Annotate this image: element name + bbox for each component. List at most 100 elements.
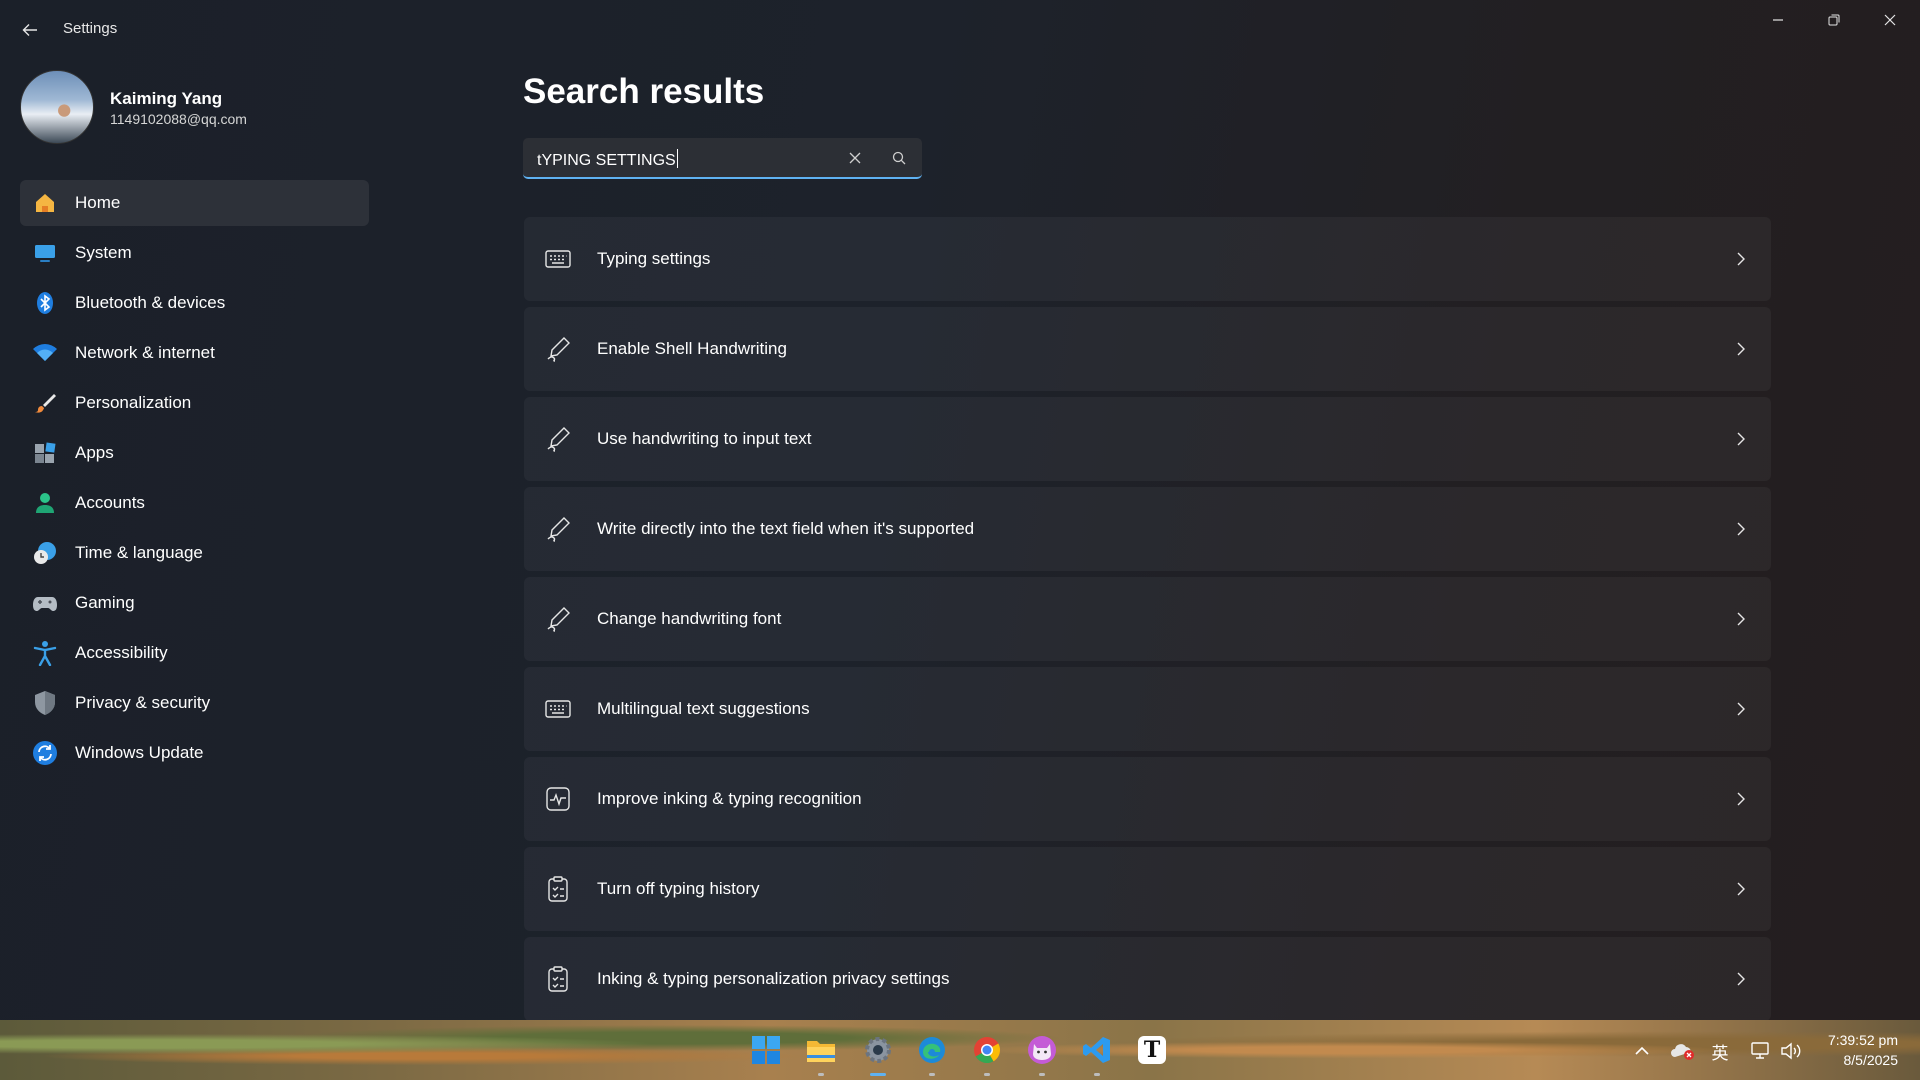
- start-button[interactable]: [747, 1031, 785, 1069]
- search-input-value: tYPING SETTINGS: [537, 149, 678, 170]
- result-label: Use handwriting to input text: [597, 429, 812, 448]
- bluetooth-icon: [32, 290, 58, 316]
- result-label: Turn off typing history: [597, 879, 760, 898]
- result-use-handwriting[interactable]: Use handwriting to input text: [524, 397, 1771, 481]
- shield-icon: [32, 690, 58, 716]
- clear-search-button[interactable]: [843, 146, 867, 170]
- sidebar-item-bluetooth[interactable]: Bluetooth & devices: [20, 280, 369, 326]
- avatar[interactable]: [20, 70, 94, 144]
- sidebar-item-accessibility[interactable]: Accessibility: [20, 630, 369, 676]
- result-label: Enable Shell Handwriting: [597, 339, 787, 358]
- running-indicator: [984, 1073, 990, 1076]
- running-indicator: [929, 1073, 935, 1076]
- back-button[interactable]: [14, 14, 46, 46]
- sidebar-item-network[interactable]: Network & internet: [20, 330, 369, 376]
- result-typing-settings[interactable]: Typing settings: [524, 217, 1771, 301]
- pen-icon: [544, 426, 572, 452]
- start-icon: [752, 1036, 780, 1064]
- active-indicator: [870, 1073, 886, 1076]
- settings-gear-icon: [865, 1037, 891, 1063]
- chevron-right-icon: [1731, 249, 1751, 269]
- tray-cloud[interactable]: [1666, 1036, 1700, 1066]
- taskbar-vscode[interactable]: [1078, 1031, 1116, 1076]
- sidebar-item-label: Home: [75, 193, 121, 212]
- pen-icon: [544, 606, 572, 632]
- sidebar-item-privacy-security[interactable]: Privacy & security: [20, 680, 369, 726]
- title-bar: Settings: [0, 0, 1920, 60]
- edge-icon: [919, 1037, 945, 1063]
- show-hidden-icons-button[interactable]: [1627, 1036, 1657, 1066]
- result-inking-typing-privacy[interactable]: Inking & typing personalization privacy …: [524, 937, 1771, 1021]
- result-improve-inking-typing[interactable]: Improve inking & typing recognition: [524, 757, 1771, 841]
- taskbar-typora[interactable]: T: [1133, 1031, 1171, 1069]
- chrome-icon: [974, 1037, 1001, 1064]
- sidebar-item-time-language[interactable]: Time & language: [20, 530, 369, 576]
- search-input[interactable]: tYPING SETTINGS: [523, 138, 922, 179]
- sidebar-item-label: Windows Update: [75, 743, 204, 762]
- taskbar-edge[interactable]: [913, 1031, 951, 1076]
- sidebar-item-label: Bluetooth & devices: [75, 293, 226, 312]
- search-results-list: Typing settings Enable Shell Handwriting…: [524, 217, 1771, 1027]
- chevron-right-icon: [1731, 969, 1751, 989]
- search-button[interactable]: [887, 146, 911, 170]
- sidebar-item-windows-update[interactable]: Windows Update: [20, 730, 369, 776]
- input-method-indicator[interactable]: 英: [1706, 1036, 1734, 1066]
- gamepad-icon: [32, 590, 58, 616]
- apps-icon: [32, 440, 58, 466]
- keyboard-icon: [544, 696, 572, 722]
- sidebar-item-home[interactable]: Home: [20, 180, 369, 226]
- chevron-up-icon: [1635, 1046, 1649, 1055]
- sidebar-item-gaming[interactable]: Gaming: [20, 580, 369, 626]
- result-label: Inking & typing personalization privacy …: [597, 969, 950, 988]
- activity-icon: [544, 786, 572, 812]
- file-explorer-icon: [807, 1041, 835, 1062]
- chevron-right-icon: [1731, 699, 1751, 719]
- network-icon: [1751, 1042, 1769, 1059]
- pen-icon: [544, 516, 572, 542]
- tray-volume[interactable]: [1777, 1036, 1807, 1066]
- search-icon: [892, 151, 906, 165]
- result-label: Change handwriting font: [597, 609, 782, 628]
- close-icon: [1884, 14, 1896, 26]
- sidebar-item-label: Gaming: [75, 593, 135, 612]
- result-change-handwriting-font[interactable]: Change handwriting font: [524, 577, 1771, 661]
- close-button[interactable]: [1862, 0, 1918, 40]
- running-indicator: [818, 1073, 824, 1076]
- restore-button[interactable]: [1806, 0, 1862, 40]
- update-icon: [32, 740, 58, 766]
- taskbar-clock[interactable]: 7:39:52 pm 8/5/2025: [1828, 1030, 1898, 1070]
- settings-window: Settings Kaiming Yang 1149102088@qq.com …: [0, 0, 1920, 1021]
- brush-icon: [32, 390, 58, 416]
- user-email: 1149102088@qq.com: [110, 111, 247, 127]
- pen-icon: [544, 336, 572, 362]
- minimize-button[interactable]: [1750, 0, 1806, 40]
- result-label: Write directly into the text field when …: [597, 519, 975, 538]
- running-indicator: [1094, 1073, 1100, 1076]
- back-arrow-icon: [22, 24, 37, 36]
- sidebar-item-personalization[interactable]: Personalization: [20, 380, 369, 426]
- page-title: Search results: [523, 72, 765, 111]
- sidebar-item-label: Apps: [75, 443, 114, 462]
- running-indicator: [1039, 1073, 1045, 1076]
- result-multilingual-suggestions[interactable]: Multilingual text suggestions: [524, 667, 1771, 751]
- sidebar-item-accounts[interactable]: Accounts: [20, 480, 369, 526]
- typora-letter: T: [1143, 1037, 1161, 1063]
- chevron-right-icon: [1731, 339, 1751, 359]
- taskbar-file-explorer[interactable]: [802, 1031, 840, 1076]
- taskbar-cat-app[interactable]: [1023, 1031, 1061, 1076]
- accessibility-icon: [32, 640, 58, 666]
- sidebar-item-apps[interactable]: Apps: [20, 430, 369, 476]
- taskbar-chrome[interactable]: [968, 1031, 1006, 1076]
- taskbar-settings[interactable]: [859, 1031, 897, 1076]
- volume-icon: [1781, 1042, 1801, 1060]
- user-name: Kaiming Yang: [110, 89, 223, 108]
- sidebar-item-system[interactable]: System: [20, 230, 369, 276]
- tray-network[interactable]: [1745, 1036, 1775, 1066]
- result-write-directly[interactable]: Write directly into the text field when …: [524, 487, 1771, 571]
- result-turn-off-typing-history[interactable]: Turn off typing history: [524, 847, 1771, 931]
- result-label: Improve inking & typing recognition: [597, 789, 862, 808]
- close-icon: [849, 152, 861, 164]
- minimize-icon: [1773, 19, 1783, 21]
- result-enable-shell-handwriting[interactable]: Enable Shell Handwriting: [524, 307, 1771, 391]
- wifi-icon: [32, 340, 58, 366]
